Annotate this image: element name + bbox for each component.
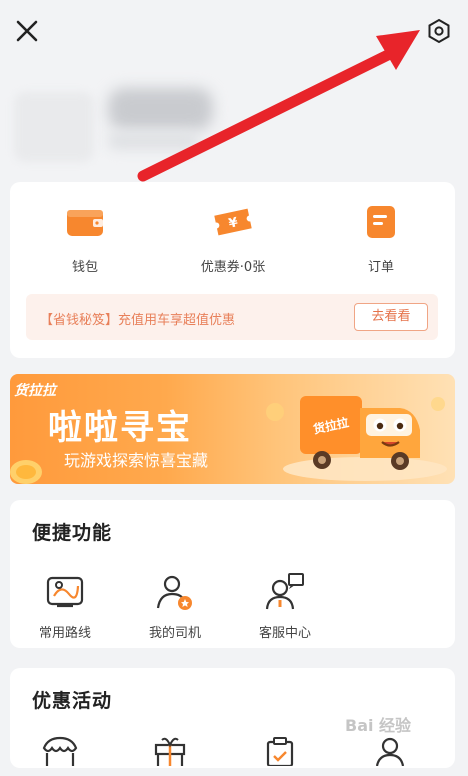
gift-activity[interactable] [150, 736, 210, 776]
store-activity[interactable] [40, 736, 100, 776]
wallet-button[interactable]: 钱包 [30, 202, 140, 275]
order-icon [361, 202, 401, 242]
my-driver-label: 我的司机 [148, 626, 201, 641]
settings-icon[interactable] [426, 18, 452, 44]
shortcuts-title: 便捷功能 [32, 522, 113, 544]
user-info-blurred [108, 132, 198, 150]
truck-illustration: 货拉拉 [266, 396, 447, 481]
driver-icon [155, 572, 195, 612]
customer-service-button[interactable]: 客服中心 [245, 572, 325, 641]
watermark: Bai 经验 [345, 716, 412, 735]
user-profile-blurred[interactable] [0, 70, 468, 180]
my-driver-button[interactable]: 我的司机 [135, 572, 215, 641]
frequent-routes-label: 常用路线 [38, 626, 91, 641]
banner-brand: 货拉拉 [14, 383, 56, 399]
order-label: 订单 [367, 260, 394, 275]
promo-text: 【省钱秘笈】充值用车享超值优惠 [40, 313, 236, 328]
promo-strip[interactable]: 【省钱秘笈】充值用车享超值优惠 去看看 [26, 294, 438, 340]
treasure-hunt-banner[interactable]: 货拉拉 货拉拉 啦啦寻宝 玩游戏探索惊喜宝藏 [10, 374, 455, 484]
route-map-icon [45, 572, 85, 612]
invite-activity[interactable] [370, 736, 430, 776]
promo-go-button[interactable]: 去看看 [354, 303, 428, 331]
avatar [14, 92, 94, 162]
account-card: 钱包 ¥ 优惠券·0张 订单 【省钱秘笈】充值用车享超值优惠 去看看 [10, 182, 455, 358]
coupon-button[interactable]: ¥ 优惠券·0张 [178, 202, 288, 275]
customer-service-icon [265, 572, 305, 612]
frequent-routes-button[interactable]: 常用路线 [25, 572, 105, 641]
close-icon[interactable] [14, 18, 40, 44]
wallet-label: 钱包 [71, 260, 98, 275]
wallet-icon [65, 202, 105, 242]
coin-decoration [10, 460, 42, 484]
banner-title: 啦啦寻宝 [48, 408, 192, 448]
top-bar [0, 0, 468, 60]
coupon-icon: ¥ [213, 202, 253, 242]
task-activity[interactable] [260, 736, 320, 776]
user-name-blurred [108, 88, 213, 130]
shortcuts-card: 便捷功能 常用路线 我的司机 客服中心 [10, 500, 455, 648]
activities-title: 优惠活动 [32, 690, 113, 712]
coupon-label: 优惠券·0张 [200, 260, 266, 275]
banner-subtitle: 玩游戏探索惊喜宝藏 [64, 451, 209, 470]
order-button[interactable]: 订单 [326, 202, 436, 275]
customer-service-label: 客服中心 [258, 626, 311, 641]
